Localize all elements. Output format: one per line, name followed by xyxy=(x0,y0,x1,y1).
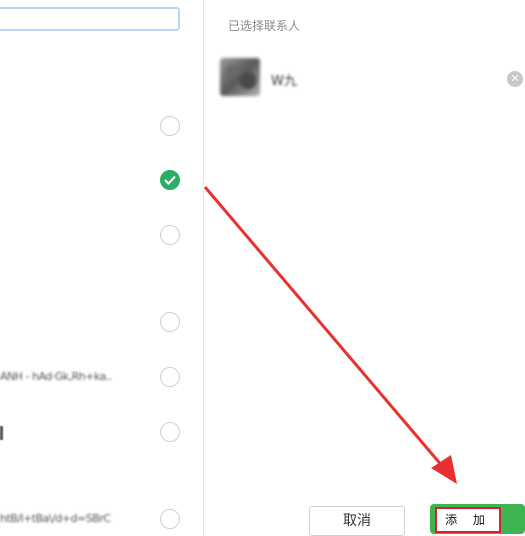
contact-name: htB/l+tBa\/d+d=SBrC xyxy=(0,512,111,525)
select-radio-checked[interactable] xyxy=(160,170,180,190)
search-input[interactable] xyxy=(0,7,180,31)
select-radio[interactable] xyxy=(160,225,180,245)
add-button[interactable]: 添 加 xyxy=(430,504,525,534)
contact-name: ANH - hAd·Gk,Rh+ka.. xyxy=(0,370,112,383)
selected-contacts-pane: 已选择联系人 W九 ✕ 取消 添 加 xyxy=(204,0,525,536)
list-item[interactable] xyxy=(0,418,203,448)
list-item[interactable] xyxy=(0,308,203,338)
add-button-label: 添 加 xyxy=(435,507,501,533)
selected-contacts-title: 已选择联系人 xyxy=(228,19,301,33)
list-item[interactable]: ANH - hAd·Gk,Rh+ka.. xyxy=(0,363,203,393)
select-radio[interactable] xyxy=(160,312,180,332)
select-radio[interactable] xyxy=(160,509,180,529)
contact-name-fragment xyxy=(0,426,3,440)
close-circle-icon[interactable]: ✕ xyxy=(507,71,523,87)
contact-list-pane: ANH - hAd·Gk,Rh+ka.. htB/l+tBa\/d+d=SBrC xyxy=(0,0,203,536)
list-item[interactable]: htB/l+tBa\/d+d=SBrC xyxy=(0,505,203,535)
select-radio[interactable] xyxy=(160,422,180,442)
avatar xyxy=(220,58,260,96)
list-item[interactable] xyxy=(0,112,203,142)
selected-contact-item: W九 ✕ xyxy=(220,58,523,98)
list-item[interactable] xyxy=(0,166,203,196)
select-radio[interactable] xyxy=(160,367,180,387)
selected-contact-name: W九 xyxy=(271,74,297,89)
cancel-button[interactable]: 取消 xyxy=(309,506,405,536)
list-item[interactable] xyxy=(0,221,203,251)
check-icon xyxy=(164,175,176,185)
select-radio[interactable] xyxy=(160,116,180,136)
